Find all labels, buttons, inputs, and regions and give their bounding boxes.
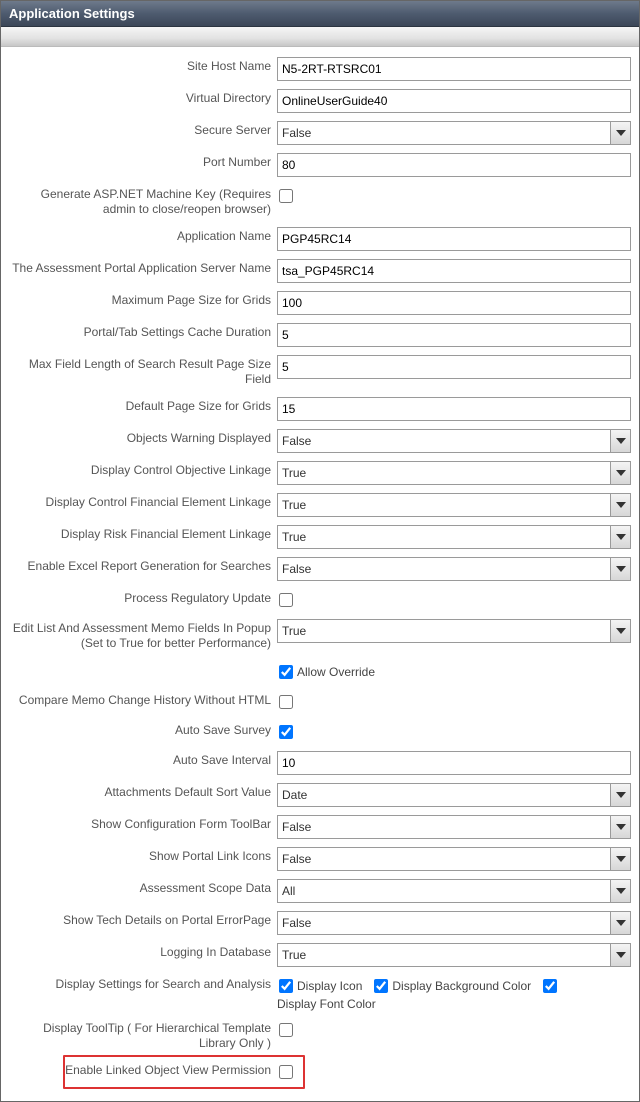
chevron-down-icon (610, 816, 630, 838)
process-reg-update-checkbox[interactable] (279, 593, 293, 607)
compare-memo-checkbox[interactable] (279, 695, 293, 709)
assess-scope-data-label: Assessment Scope Data (3, 877, 275, 900)
secure-server-select[interactable]: False (277, 121, 631, 145)
assess-scope-data-select[interactable]: All (277, 879, 631, 903)
excel-report-select[interactable]: False (277, 557, 631, 581)
auto-save-survey-label: Auto Save Survey (3, 719, 275, 742)
chevron-down-icon (610, 880, 630, 902)
virtual-directory-label: Virtual Directory (3, 87, 275, 110)
gen-machine-key-label: Generate ASP.NET Machine Key (Requires a… (3, 183, 275, 221)
display-bgcolor-checkbox[interactable] (374, 979, 388, 993)
auto-save-survey-checkbox[interactable] (279, 725, 293, 739)
objects-warning-label: Objects Warning Displayed (3, 427, 275, 450)
max-field-len-label: Max Field Length of Search Result Page S… (3, 353, 275, 391)
chevron-down-icon (610, 848, 630, 870)
logging-db-value: True (282, 948, 306, 962)
auto-save-interval-label: Auto Save Interval (3, 749, 275, 772)
chevron-down-icon (610, 784, 630, 806)
disp-ctrl-obj-link-label: Display Control Objective Linkage (3, 459, 275, 482)
cache-duration-label: Portal/Tab Settings Cache Duration (3, 321, 275, 344)
edit-memo-popup-label: Edit List And Assessment Memo Fields In … (3, 617, 275, 655)
objects-warning-value: False (282, 434, 311, 448)
allow-override-spacer (3, 659, 275, 667)
compare-memo-label: Compare Memo Change History Without HTML (3, 689, 275, 712)
tooltip-hier-label: Display ToolTip ( For Hierarchical Templ… (3, 1017, 275, 1055)
process-reg-update-label: Process Regulatory Update (3, 587, 275, 610)
application-name-input[interactable] (277, 227, 631, 251)
logging-db-select[interactable]: True (277, 943, 631, 967)
gen-machine-key-checkbox[interactable] (279, 189, 293, 203)
edit-memo-popup-value: True (282, 624, 306, 638)
display-bgcolor-label: Display Background Color (392, 979, 531, 993)
portal-app-server-input[interactable] (277, 259, 631, 283)
default-page-size-input[interactable] (277, 397, 631, 421)
allow-override-checkbox[interactable] (279, 665, 293, 679)
auto-save-interval-input[interactable] (277, 751, 631, 775)
port-number-label: Port Number (3, 151, 275, 174)
show-portal-icons-select[interactable]: False (277, 847, 631, 871)
chevron-down-icon (610, 558, 630, 580)
disp-ctrl-fin-link-value: True (282, 498, 306, 512)
disp-risk-fin-link-label: Display Risk Financial Element Linkage (3, 523, 275, 546)
display-icon-checkbox[interactable] (279, 979, 293, 993)
chevron-down-icon (610, 620, 630, 642)
show-tech-error-select[interactable]: False (277, 911, 631, 935)
site-host-name-label: Site Host Name (3, 55, 275, 78)
secure-server-value: False (282, 126, 311, 140)
max-field-len-input[interactable] (277, 355, 631, 379)
edit-memo-popup-select[interactable]: True (277, 619, 631, 643)
max-page-size-grids-label: Maximum Page Size for Grids (3, 289, 275, 312)
assess-scope-data-value: All (282, 884, 295, 898)
attach-sort-label: Attachments Default Sort Value (3, 781, 275, 804)
excel-report-value: False (282, 562, 311, 576)
chevron-down-icon (610, 122, 630, 144)
page-title: Application Settings (1, 1, 639, 27)
chevron-down-icon (610, 526, 630, 548)
enable-linked-obj-checkbox[interactable] (279, 1065, 293, 1079)
settings-form: Site Host Name Virtual Directory Secure … (1, 47, 639, 1101)
cache-duration-input[interactable] (277, 323, 631, 347)
attach-sort-select[interactable]: Date (277, 783, 631, 807)
disp-ctrl-fin-link-select[interactable]: True (277, 493, 631, 517)
disp-ctrl-obj-link-select[interactable]: True (277, 461, 631, 485)
chevron-down-icon (610, 462, 630, 484)
portal-app-server-label: The Assessment Portal Application Server… (3, 257, 275, 280)
attach-sort-value: Date (282, 788, 307, 802)
disp-ctrl-obj-link-value: True (282, 466, 306, 480)
disp-ctrl-fin-link-label: Display Control Financial Element Linkag… (3, 491, 275, 514)
virtual-directory-input[interactable] (277, 89, 631, 113)
default-page-size-label: Default Page Size for Grids (3, 395, 275, 418)
secure-server-label: Secure Server (3, 119, 275, 142)
max-page-size-grids-input[interactable] (277, 291, 631, 315)
enable-linked-obj-label: Enable Linked Object View Permission (3, 1059, 275, 1082)
show-portal-icons-label: Show Portal Link Icons (3, 845, 275, 868)
display-fontcolor-label: Display Font Color (277, 997, 376, 1011)
port-number-input[interactable] (277, 153, 631, 177)
chevron-down-icon (610, 430, 630, 452)
disp-risk-fin-link-value: True (282, 530, 306, 544)
chevron-down-icon (610, 944, 630, 966)
logging-db-label: Logging In Database (3, 941, 275, 964)
display-fontcolor-checkbox[interactable] (543, 979, 557, 993)
disp-search-analysis-label: Display Settings for Search and Analysis (3, 973, 275, 996)
disp-risk-fin-link-select[interactable]: True (277, 525, 631, 549)
allow-override-label: Allow Override (297, 665, 375, 679)
application-name-label: Application Name (3, 225, 275, 248)
show-portal-icons-value: False (282, 852, 311, 866)
site-host-name-input[interactable] (277, 57, 631, 81)
show-cfg-toolbar-value: False (282, 820, 311, 834)
chevron-down-icon (610, 912, 630, 934)
tooltip-hier-checkbox[interactable] (279, 1023, 293, 1037)
show-cfg-toolbar-select[interactable]: False (277, 815, 631, 839)
excel-report-label: Enable Excel Report Generation for Searc… (3, 555, 275, 578)
show-cfg-toolbar-label: Show Configuration Form ToolBar (3, 813, 275, 836)
show-tech-error-label: Show Tech Details on Portal ErrorPage (3, 909, 275, 932)
show-tech-error-value: False (282, 916, 311, 930)
objects-warning-select[interactable]: False (277, 429, 631, 453)
chevron-down-icon (610, 494, 630, 516)
toolbar-stripe (1, 27, 639, 47)
display-icon-label: Display Icon (297, 979, 362, 993)
